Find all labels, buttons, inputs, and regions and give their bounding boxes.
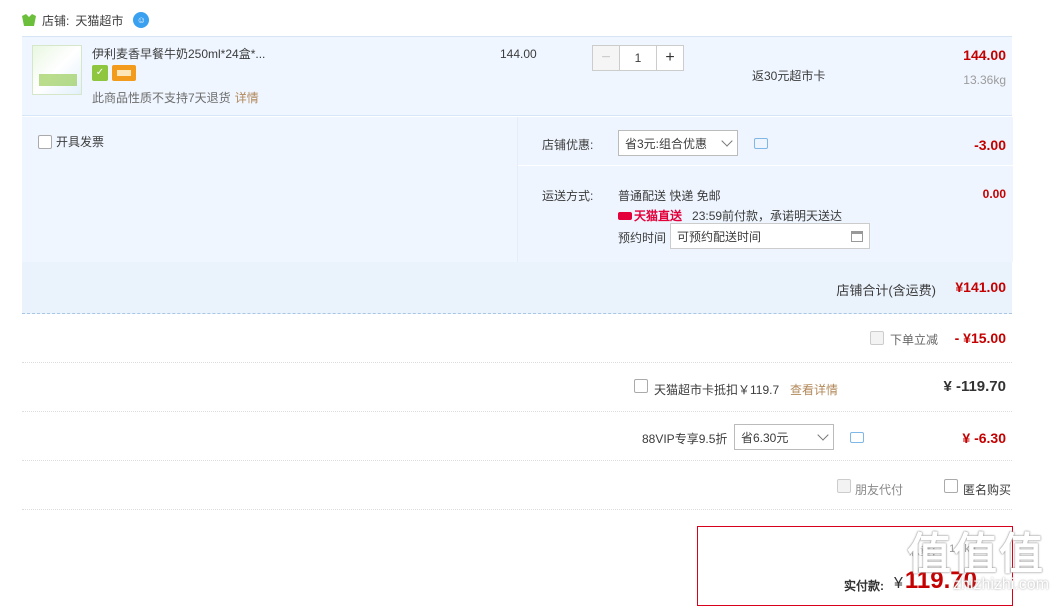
pay-label: 实付款: [844, 579, 884, 593]
cart-item-row: 伊利麦香早餐牛奶250ml*24盒*... ✓ 此商品性质不支持7天退货 详情 1… [22, 36, 1012, 116]
shop-options-panel: 店铺优惠: 省3元:组合优惠 -3.00 运送方式: 普通配送 快递 免邮 天猫… [517, 117, 1013, 262]
extra-options-row: 朋友代付 匿名购买 [22, 461, 1012, 510]
instant-discount-row: 下单立减 - ¥15.00 [22, 314, 1012, 363]
chat-icon[interactable] [754, 138, 768, 149]
anonymous-label: 匿名购买 [963, 483, 1012, 497]
rebate-text: 返30元超市卡 [752, 69, 826, 83]
instant-discount-label: 下单立减 [889, 333, 938, 347]
product-thumbnail[interactable] [32, 45, 82, 95]
decrease-button[interactable]: − [592, 45, 620, 71]
shop-total-row: 店铺合计(含运费) ¥141.00 [22, 262, 1012, 314]
no-return-notice: 此商品性质不支持7天退货 详情 [92, 89, 259, 106]
vip-select[interactable]: 省6.30元 [734, 424, 834, 450]
watermark-logo: 值值值 [907, 530, 1045, 579]
instant-discount-checkbox [870, 331, 884, 345]
delivery-promise: 天猫直送 23:59前付款，承诺明天送达 [618, 207, 842, 224]
discount-selected: 省3元:组合优惠 [625, 136, 708, 151]
shop-icon [22, 14, 36, 26]
unit-price: 144.00 [500, 47, 537, 61]
increase-button[interactable]: + [656, 45, 684, 71]
no-return-text: 此商品性质不支持7天退货 [92, 91, 231, 105]
promise-text: 23:59前付款，承诺明天送达 [692, 209, 843, 223]
item-weight: 13.36kg [963, 73, 1006, 87]
friend-pay-checkbox [837, 479, 851, 493]
shop-total-label: 店铺合计(含运费) [836, 283, 936, 298]
card-deduct-value: ¥ -119.70 [943, 378, 1006, 395]
instant-discount-value: - ¥15.00 [954, 330, 1006, 346]
vip-selected: 省6.30元 [741, 430, 789, 445]
discount-select[interactable]: 省3元:组合优惠 [618, 130, 738, 156]
friend-pay-label: 朋友代付 [855, 483, 904, 497]
card-detail-link[interactable]: 查看详情 [790, 381, 838, 398]
card-pay-icon[interactable] [112, 65, 136, 81]
invoice-checkbox[interactable] [38, 134, 52, 149]
schedule-label: 预约时间 [618, 231, 667, 245]
shop-name[interactable]: 天猫超市 [75, 12, 123, 29]
line-total: 144.00 [963, 47, 1006, 63]
guarantee-icon[interactable]: ✓ [92, 65, 108, 81]
detail-link[interactable]: 详情 [235, 91, 259, 105]
shop-header: 店铺: 天猫超市 ☺ [22, 10, 150, 30]
anonymous-checkbox[interactable] [944, 479, 958, 493]
shop-label: 店铺: [42, 13, 70, 28]
invoice-label: 开具发票 [56, 135, 105, 149]
schedule-placeholder: 可预约配送时间 [677, 229, 762, 244]
order-options: 开具发票 店铺优惠: 省3元:组合优惠 -3.00 运送方式: 普通配送 快递 … [22, 117, 1013, 262]
chevron-down-icon [721, 135, 733, 147]
pay-currency: ¥ [894, 575, 903, 592]
invoice-option[interactable]: 开具发票 [38, 133, 104, 150]
tmall-icon [618, 211, 632, 220]
vip-value: ¥ -6.30 [962, 430, 1006, 446]
card-deduct-label: 天猫超市卡抵扣￥119.7 [654, 383, 780, 397]
watermark-url: zhizhizhi.com [952, 576, 1049, 593]
chat-icon[interactable] [850, 432, 864, 443]
card-deduct-checkbox[interactable] [634, 379, 648, 393]
discount-label: 店铺优惠: [542, 138, 594, 152]
shop-total-value: ¥141.00 [955, 279, 1006, 295]
shipping-method: 普通配送 快递 免邮 [618, 189, 721, 203]
shipping-label: 运送方式: [542, 189, 594, 203]
vip-row: 88VIP专享9.5折 省6.30元 ¥ -6.30 [22, 412, 1012, 461]
product-title[interactable]: 伊利麦香早餐牛奶250ml*24盒*... [92, 45, 265, 62]
card-deduct-row: 天猫超市卡抵扣￥119.7 查看详情 ¥ -119.70 [22, 363, 1012, 412]
calendar-icon[interactable] [851, 230, 863, 242]
chevron-down-icon [817, 429, 829, 441]
shipping-fee: 0.00 [982, 187, 1006, 201]
discount-amount: -3.00 [974, 137, 1006, 153]
vip-label: 88VIP专享9.5折 [642, 432, 728, 446]
tmall-direct-tag: 天猫直送 [618, 207, 682, 224]
wangwang-icon[interactable]: ☺ [133, 12, 150, 28]
quantity-input[interactable]: 1 [620, 45, 656, 71]
quantity-stepper: − 1 + [592, 45, 684, 71]
schedule-input[interactable]: 可预约配送时间 [670, 223, 870, 249]
